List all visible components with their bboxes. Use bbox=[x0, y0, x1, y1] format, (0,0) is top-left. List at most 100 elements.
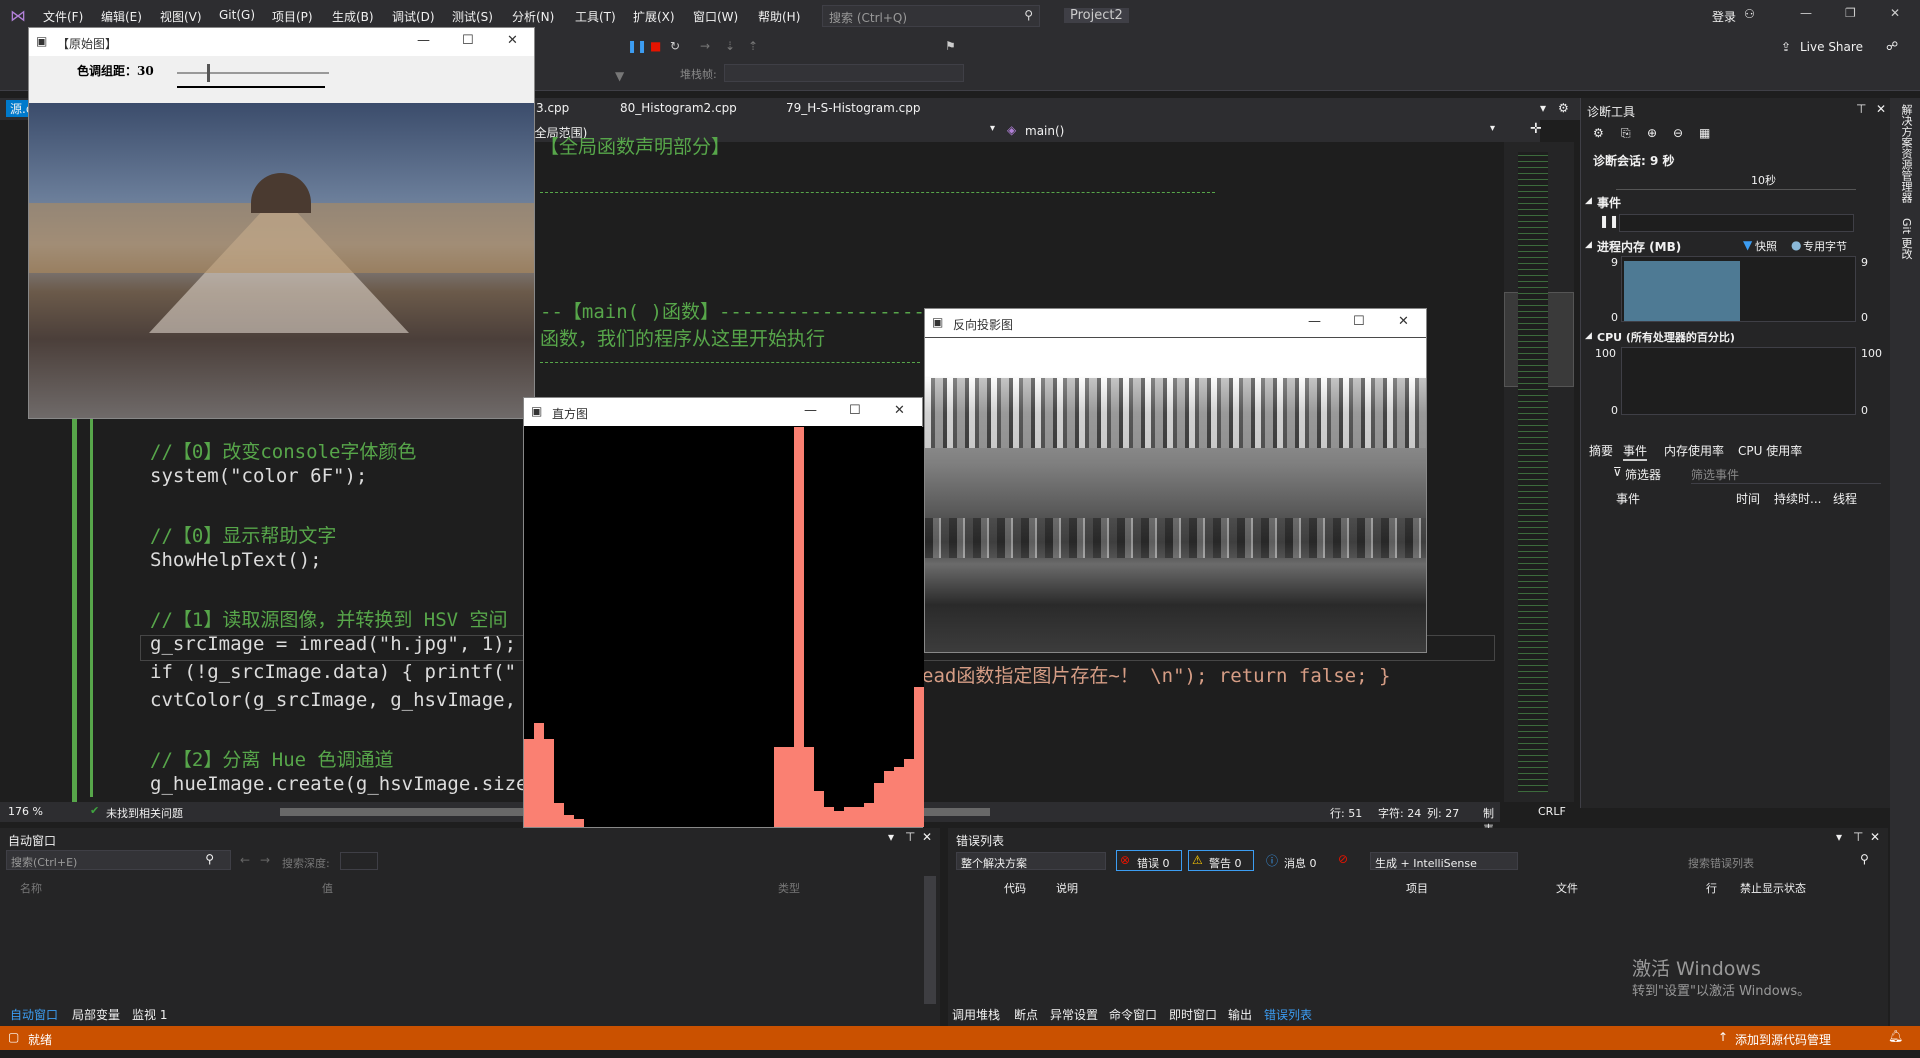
issues-status[interactable]: 未找到相关问题 bbox=[106, 805, 183, 821]
expand-icon[interactable]: ◢ bbox=[1585, 196, 1592, 206]
errors-filter-button[interactable]: ⊗ 错误 0 bbox=[1116, 850, 1182, 871]
notification-bell-icon[interactable]: 🔔︎ bbox=[1888, 1029, 1903, 1043]
messages-filter-button[interactable]: 消息 0 bbox=[1284, 855, 1317, 871]
menu-extensions[interactable]: 扩展(X) bbox=[633, 8, 675, 25]
clear-filter-icon[interactable]: ⊘ bbox=[1338, 852, 1348, 866]
tab-memory-usage[interactable]: 内存使用率 bbox=[1664, 442, 1724, 459]
expand-icon[interactable]: ◢ bbox=[1585, 240, 1592, 250]
forward-arrow-icon[interactable]: → bbox=[260, 853, 270, 867]
solution-explorer-tab[interactable]: 解决方案资源管理器 bbox=[1898, 104, 1914, 203]
menu-test[interactable]: 测试(S) bbox=[452, 8, 493, 25]
tab-overflow-icon[interactable]: ▾ bbox=[1540, 101, 1546, 115]
menu-debug[interactable]: 调试(D) bbox=[392, 8, 435, 25]
tab-autos[interactable]: 自动窗口 bbox=[10, 1006, 58, 1023]
tab-breakpoints[interactable]: 断点 bbox=[1014, 1006, 1038, 1023]
function-dropdown[interactable]: main() bbox=[1025, 124, 1064, 138]
menu-build[interactable]: 生成(B) bbox=[332, 8, 374, 25]
column-description[interactable]: 说明 bbox=[1056, 880, 1078, 896]
menu-help[interactable]: 帮助(H) bbox=[758, 8, 800, 25]
git-changes-tab[interactable]: Git 更改 bbox=[1898, 218, 1914, 259]
expand-icon[interactable]: ◢ bbox=[1585, 331, 1592, 341]
slider-thumb[interactable] bbox=[207, 64, 210, 82]
zoom-level[interactable]: 176 % bbox=[8, 805, 43, 818]
autos-search-input[interactable]: 搜索(Ctrl+E) ⚲ bbox=[6, 850, 231, 870]
maximize-icon[interactable]: ☐ bbox=[1353, 314, 1365, 329]
bookmark-icon[interactable]: ⚑ bbox=[945, 40, 957, 52]
add-to-source-control[interactable]: 添加到源代码管理 bbox=[1735, 1031, 1831, 1048]
tab-hs-histogram[interactable]: 79_H-S-Histogram.cpp bbox=[786, 101, 920, 115]
menu-edit[interactable]: 编辑(E) bbox=[101, 8, 142, 25]
scope-dropdown[interactable]: 整个解决方案 bbox=[956, 852, 1106, 870]
zoom-out-icon[interactable]: ⊖ bbox=[1673, 126, 1683, 140]
menu-project[interactable]: 项目(P) bbox=[272, 8, 313, 25]
split-editor-icon[interactable]: ✛ bbox=[1530, 121, 1542, 137]
histogram-window[interactable]: ▣ 直方图 — ☐ ✕ bbox=[523, 397, 924, 828]
step-into-icon[interactable]: ⇣ bbox=[725, 40, 737, 52]
vertical-scrollbar[interactable] bbox=[924, 876, 936, 1004]
minimize-icon[interactable]: — bbox=[1308, 314, 1321, 329]
user-icon[interactable]: ⚇ bbox=[1744, 7, 1755, 21]
timeline-ruler[interactable] bbox=[1616, 170, 1856, 190]
settings-gear-icon[interactable]: ⚙ bbox=[1558, 101, 1569, 115]
tab-immediate-window[interactable]: 即时窗口 bbox=[1169, 1006, 1217, 1023]
stack-frame-dropdown[interactable] bbox=[724, 64, 964, 82]
feedback-icon[interactable]: ☍ bbox=[1886, 39, 1898, 53]
column-time[interactable]: 时间 bbox=[1736, 490, 1760, 507]
pin-icon[interactable]: ⊤ bbox=[1856, 102, 1866, 116]
search-input[interactable]: 搜索 (Ctrl+Q) ⚲ bbox=[822, 5, 1040, 27]
tab-locals[interactable]: 局部变量 bbox=[72, 1006, 120, 1023]
chevron-down-icon[interactable]: ▾ bbox=[1836, 830, 1842, 844]
tab-output[interactable]: 输出 bbox=[1228, 1006, 1252, 1023]
menu-tools[interactable]: 工具(T) bbox=[575, 8, 616, 25]
back-projection-window[interactable]: ▣ 反向投影图 — ☐ ✕ bbox=[924, 308, 1427, 653]
minimize-icon[interactable]: — bbox=[417, 33, 430, 48]
menu-git[interactable]: Git(G) bbox=[219, 8, 255, 22]
filter-icon[interactable]: ▼ bbox=[615, 70, 627, 82]
tab-call-stack[interactable]: 调用堆栈 bbox=[952, 1006, 1000, 1023]
minimap[interactable] bbox=[1504, 142, 1574, 802]
close-icon[interactable]: ✕ bbox=[1398, 314, 1409, 329]
build-source-dropdown[interactable]: 生成 + IntelliSense bbox=[1370, 852, 1518, 870]
column-name[interactable]: 名称 bbox=[20, 880, 42, 896]
close-icon[interactable]: ✕ bbox=[1890, 6, 1900, 20]
maximize-icon[interactable]: ☐ bbox=[462, 33, 474, 48]
search-depth-dropdown[interactable] bbox=[340, 852, 378, 870]
error-search-input[interactable]: 搜索错误列表 bbox=[1688, 855, 1868, 871]
pause-icon[interactable]: ❚❚ bbox=[1599, 214, 1619, 228]
close-icon[interactable]: ✕ bbox=[894, 403, 905, 418]
pin-icon[interactable]: ⊤ bbox=[1853, 830, 1863, 844]
column-duration[interactable]: 持续时... bbox=[1774, 490, 1821, 507]
column-type[interactable]: 类型 bbox=[778, 880, 800, 896]
window-titlebar[interactable]: ▣ 【原始图】 — ☐ ✕ bbox=[29, 28, 534, 56]
column-thread[interactable]: 线程 bbox=[1833, 490, 1857, 507]
close-icon[interactable]: ✕ bbox=[922, 830, 932, 844]
column-line[interactable]: 行 bbox=[1706, 880, 1717, 896]
column-code[interactable]: 代码 bbox=[1004, 880, 1026, 896]
debug-stop-icon[interactable]: ■ bbox=[650, 40, 662, 52]
live-share-button[interactable]: Live Share bbox=[1800, 40, 1863, 54]
chevron-down-icon[interactable]: ▾ bbox=[888, 830, 894, 844]
column-project[interactable]: 项目 bbox=[1406, 880, 1428, 896]
restore-icon[interactable]: ❐ bbox=[1845, 6, 1856, 20]
eol-indicator[interactable]: CRLF bbox=[1538, 805, 1566, 818]
tab-summary[interactable]: 摘要 bbox=[1589, 442, 1613, 459]
minimize-icon[interactable]: — bbox=[804, 403, 817, 418]
window-titlebar[interactable]: ▣ 反向投影图 — ☐ ✕ bbox=[925, 309, 1426, 337]
close-icon[interactable]: ✕ bbox=[507, 33, 518, 48]
settings-gear-icon[interactable]: ⚙ bbox=[1593, 126, 1604, 140]
reset-zoom-icon[interactable]: ▦ bbox=[1699, 126, 1710, 140]
column-suppression[interactable]: 禁止显示状态 bbox=[1740, 880, 1806, 896]
tab-cpu-usage[interactable]: CPU 使用率 bbox=[1738, 442, 1802, 459]
step-out-icon[interactable]: ⇡ bbox=[748, 40, 760, 52]
close-icon[interactable]: ✕ bbox=[1870, 830, 1880, 844]
vs-logo-icon[interactable]: ⋈ bbox=[10, 6, 26, 25]
tab-exception-settings[interactable]: 异常设置 bbox=[1050, 1006, 1098, 1023]
menu-window[interactable]: 窗口(W) bbox=[693, 8, 738, 25]
maximize-icon[interactable]: ☐ bbox=[849, 403, 861, 418]
column-event[interactable]: 事件 bbox=[1616, 490, 1640, 507]
window-titlebar[interactable]: ▣ 直方图 — ☐ ✕ bbox=[524, 398, 922, 426]
tab-command-window[interactable]: 命令窗口 bbox=[1109, 1006, 1157, 1023]
minimize-icon[interactable]: — bbox=[1800, 6, 1812, 20]
column-file[interactable]: 文件 bbox=[1556, 880, 1578, 896]
step-over-icon[interactable]: → bbox=[700, 40, 712, 52]
